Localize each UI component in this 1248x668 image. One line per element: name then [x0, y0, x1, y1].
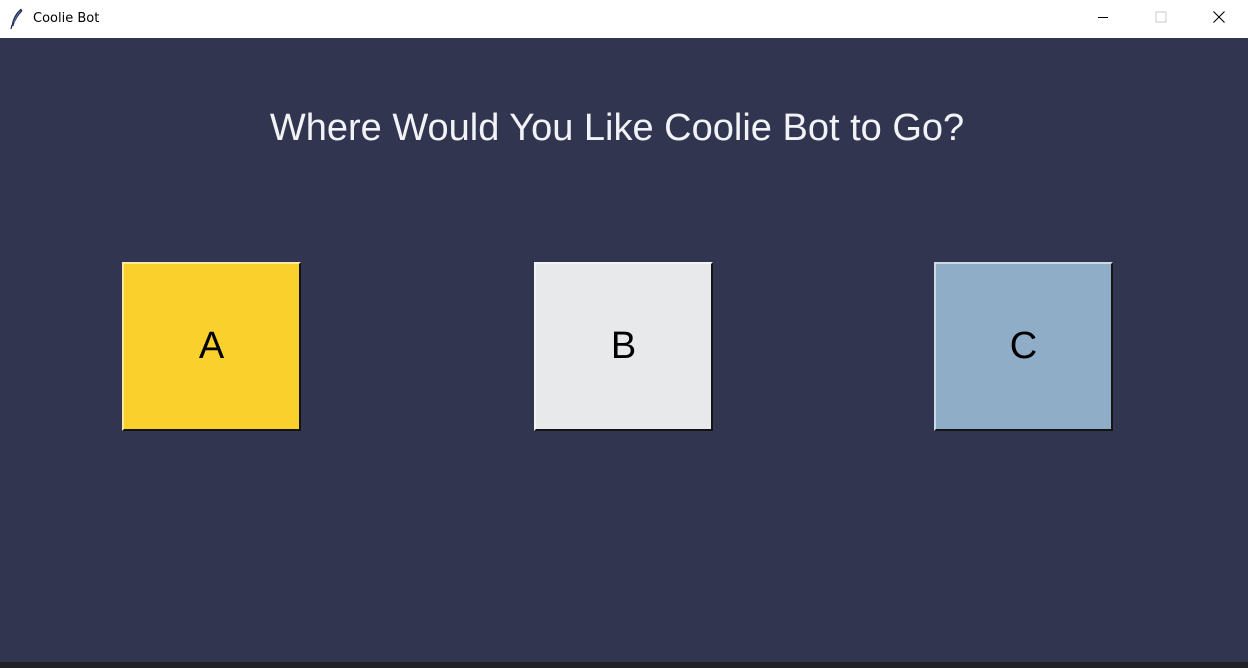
title-bar[interactable]: Coolie Bot [0, 0, 1248, 38]
maximize-icon [1155, 10, 1167, 28]
destination-c-button[interactable]: C [934, 262, 1113, 431]
feather-icon [9, 8, 25, 30]
window-bottom-edge [0, 662, 1248, 668]
close-icon [1213, 10, 1225, 28]
window-controls [1074, 0, 1248, 38]
minimize-icon [1097, 10, 1109, 28]
destination-a-button[interactable]: A [122, 262, 301, 431]
main-area: Where Would You Like Coolie Bot to Go? A… [0, 38, 1248, 662]
minimize-button[interactable] [1074, 0, 1132, 38]
close-button[interactable] [1190, 0, 1248, 38]
maximize-button[interactable] [1132, 0, 1190, 38]
page-title: Where Would You Like Coolie Bot to Go? [269, 107, 965, 149]
window-title: Coolie Bot [33, 11, 100, 26]
app-window: Coolie Bot Where Would You Like Coolie B… [0, 0, 1248, 668]
destination-b-button[interactable]: B [534, 262, 713, 431]
